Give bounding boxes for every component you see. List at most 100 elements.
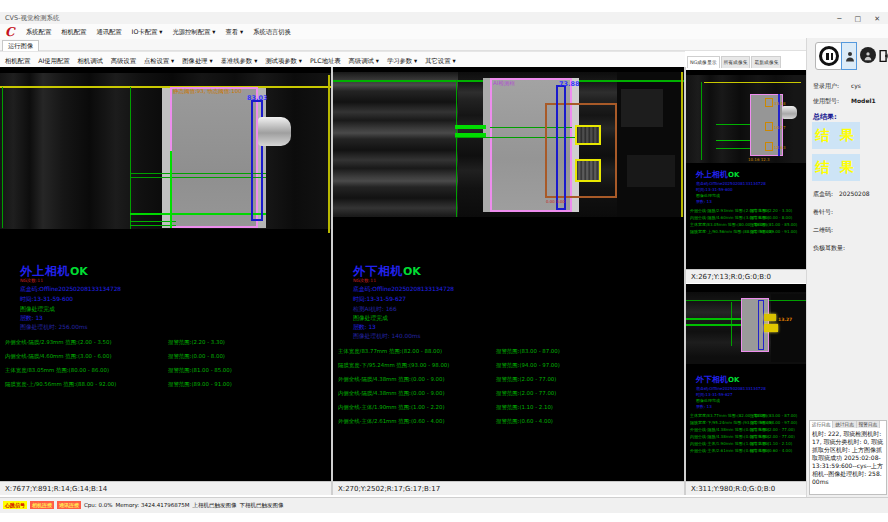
pin-label: 卷针号: [813,208,833,217]
red-note: 0.00 0.00 [546,199,565,204]
log-tab-stats[interactable]: 统计日志 [833,421,856,428]
tab-all-images[interactable]: 所有成像集 [721,56,751,68]
measure-value: 隔膜宽度-上/90.56mm 范围:(88.00 - 92.00) [5,381,116,387]
machine-rails [333,72,458,217]
tool-other-settings[interactable]: 其它设置 ▾ [425,57,455,66]
machine-part [621,89,663,127]
camera-name: 外上相机 [696,170,728,179]
menu-item-language[interactable]: 系统语言切换 [253,28,291,37]
tab-latest-images[interactable]: 最新成像集 [751,56,781,68]
total-result-label: 总结果: [813,112,837,122]
result-display-1: 结 果 [812,122,860,149]
toolbar: 相机配置 AI使用配置 相机调试 高级设置 点检设置 ▾ 图像处理 ▾ 基准线参… [0,51,685,67]
tab-highlight-yellow [764,324,778,332]
right-sidebar: 登录用户: cys 使用型号: Model1 总结果: 结 果 结 果 底盒码:… [806,38,888,497]
comm-status-badge: 通讯连接 [57,501,81,509]
tool-camera-config[interactable]: 相机配置 [5,57,30,66]
user-icon [863,50,873,62]
menu-item-system-config[interactable]: 系统配置 [26,28,51,37]
alarm-range: 报警范围:(94.00 - 97.00) [496,362,560,369]
minimize-button[interactable]: ─ [837,15,841,23]
alarm-range: 报警范围:(0.00 - 8.00) [750,215,792,220]
log-tab-alarm[interactable]: 报警日志 [857,421,880,428]
measure-line-green [456,80,457,217]
time-line: 时间:13-31-59-600 [20,295,73,304]
machine-part [627,155,675,187]
tab-ng-images[interactable]: NG成像显示 [687,56,720,68]
measure-line-green [2,87,3,228]
measure-row: 隔膜宽度-下/95.24mm 范围:(93.00 - 98.00) 报警范围:(9… [338,362,684,369]
memory-usage: Memory: 3424.41796875M [115,502,189,508]
camera-name: 外下相机 [353,264,403,278]
pause-button[interactable] [815,42,843,70]
menu-item-camera-config[interactable]: 相机配置 [61,28,86,37]
menu-bar: C 系统配置 相机配置 通讯配置 IO卡配置 ▾ 光源控制配置 ▾ 查看 ▾ 系… [0,24,888,39]
tool-ai-config[interactable]: AI使用配置 [38,57,69,66]
measure-row: 内侧全线-隔膜/4.60mm 范围:(3.00 - 6.00)报警范围:(0.0… [5,353,331,360]
measure-line-green [130,213,266,215]
close-button[interactable]: ✕ [874,15,880,23]
mini-box-orange [765,122,773,131]
menu-item-light-config[interactable]: 光源控制配置 ▾ [172,28,215,37]
mini-panel-lower: 13.27 外下相机OK 底盒码:Offline2025020813313472… [686,284,806,495]
tool-advanced-debug[interactable]: 高级调试 ▾ [349,57,379,66]
menu-item-view[interactable]: 查看 ▾ [225,28,243,37]
ai-box-label: AI检测框 [493,80,515,87]
user-mode-button[interactable] [841,42,857,70]
exit-button[interactable] [878,43,888,69]
tool-image-process[interactable]: 图像处理 ▾ [182,57,212,66]
camera-background [686,75,806,163]
measure-row: 主体宽度/83.05mm 范围:(80.00 - 86.00)报警范围:(81.… [690,222,806,227]
log-text: 机时: 222, 瑕疵检测机时: 17, 瑕疵分类机时: 0, 瑕疵抓取分区机时… [810,428,886,488]
mini-image-lower: 13.27 [686,284,806,364]
maximize-button[interactable]: □ [855,15,862,23]
log-tab-run[interactable]: 运行日志 [810,421,833,428]
barcode-line: 底盒码:Offline20250208133134728 [696,386,766,391]
alarm-range: 报警范围:(2.00 - 77.00) [750,434,795,439]
tool-spot-check[interactable]: 点检设置 ▾ [144,57,174,66]
cpu-usage: Cpu: 0.0% [84,502,112,508]
lower-camera-trigger: 下相机已触发图像 [239,502,283,509]
measure-line-green [701,82,702,160]
pixel-status-bar: X:267;Y:13;R:0;G:0;B:0 [686,269,806,283]
tab-object [258,117,291,146]
result-ok-label: OK [403,265,421,278]
menu-item-io-config[interactable]: IO卡配置 ▾ [132,28,163,37]
measure-row: 主体宽度/83.77mm 范围:(82.00 - 88.00)报警范围:(83.… [690,413,806,418]
measure-value: 隔膜宽度-下/95.24mm 范围:(93.00 - 98.00) [338,362,449,368]
mini-orange-label: 13.27 [778,317,792,322]
tab-count-label: 负极耳数量: [813,244,845,253]
measure-row: 内侧全线-隔膜/4.38mm 范围:(0.00 - 9.00)报警范围:(2.0… [690,434,806,439]
menu-item-comm-config[interactable]: 通讯配置 [96,28,121,37]
mini-image-upper: 33.48 10.27 12.63 10.16 12.3 [686,70,806,165]
barcode-line: 底盒码:Offline20250208133134728 [696,181,766,186]
measure-value: 外侧全线-隔膜/2.93mm 范围:(2.00 - 3.50) [5,339,112,345]
pixel-status-bar: X:7677;Y:891;R:14;G:14;B:14 [0,481,331,495]
camera-image-lower: AI检测框 73.88 0.00 0.00 [333,67,684,217]
result-ok-label: OK [70,265,88,278]
product-outline [170,87,258,228]
window-title: CVS-视觉检测系统 [5,14,59,23]
measure-row: 外侧全线-隔膜/2.93mm 范围:(2.00 - 3.50)报警范围:(2.2… [690,208,806,213]
done-line: 图像处理完成 [20,305,55,314]
measure-line-green [716,124,750,125]
tool-advanced-settings[interactable]: 高级设置 [111,57,136,66]
measure-row: 外侧全线-隔膜/4.38mm 范围:(0.00 - 9.00)报警范围:(2.0… [338,376,684,383]
user-account-button[interactable] [860,47,876,63]
tool-test-params[interactable]: 测试项参数 ▾ [265,57,302,66]
mini-orange-label: 10.27 [774,125,785,130]
tool-baseline-params[interactable]: 基准线参数 ▾ [221,57,258,66]
alarm-range: 报警范围:(2.00 - 77.00) [496,390,556,397]
layers-line: 层数: 13 [20,314,43,323]
measure-row: 外侧全线-隔膜/2.93mm 范围:(2.00 - 3.50)报警范围:(2.2… [5,339,331,346]
measure-box-blue [556,85,566,210]
threshold-label: 静态阈值:93, 动态阈值:100 [173,88,242,95]
tab-box-yellow [575,125,601,145]
camera-name: 外下相机 [696,375,728,384]
login-value: cys [851,82,861,89]
tool-plc-address[interactable]: PLC地址表 [310,57,341,66]
measure-row: 隔膜宽度-上/90.56mm 范围:(88.00 - 92.00)报警范围:(8… [690,229,806,234]
tool-camera-debug[interactable]: 相机调试 [78,57,103,66]
camera-status-badge: 相机连接 [30,501,54,509]
tool-learning-params[interactable]: 学习参数 ▾ [387,57,417,66]
